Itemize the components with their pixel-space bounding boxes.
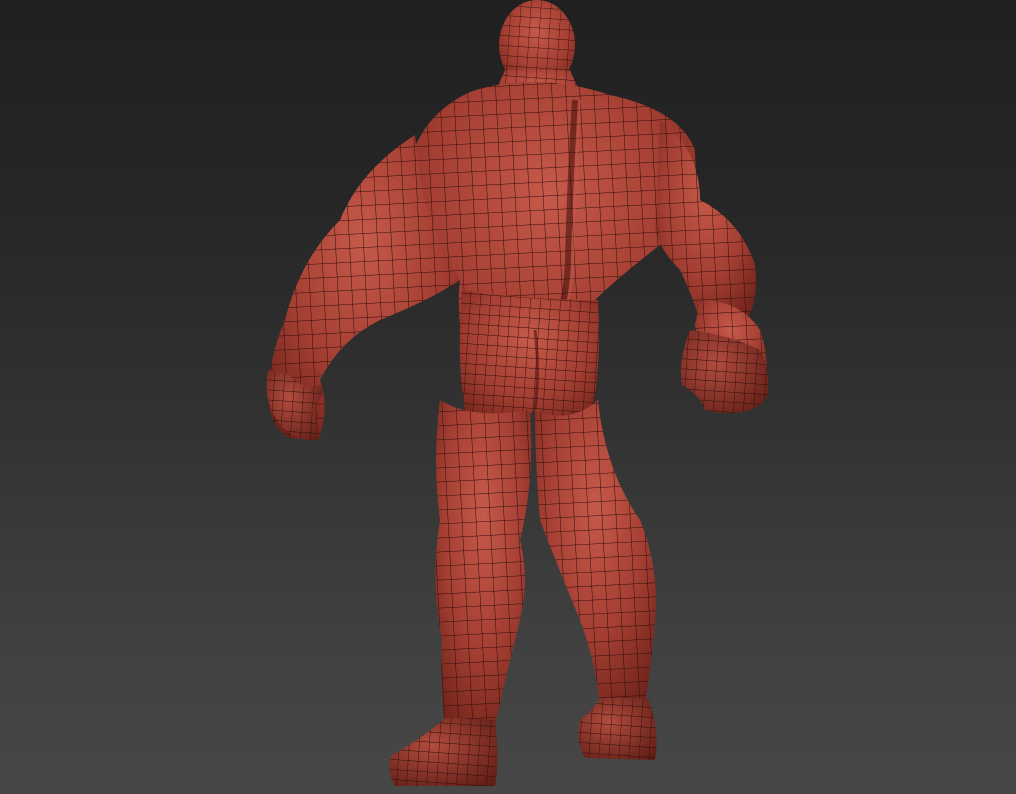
sculpt-mesh[interactable] <box>266 0 769 786</box>
3d-viewport[interactable] <box>0 0 1016 794</box>
sculpt-canvas[interactable] <box>0 0 1016 794</box>
